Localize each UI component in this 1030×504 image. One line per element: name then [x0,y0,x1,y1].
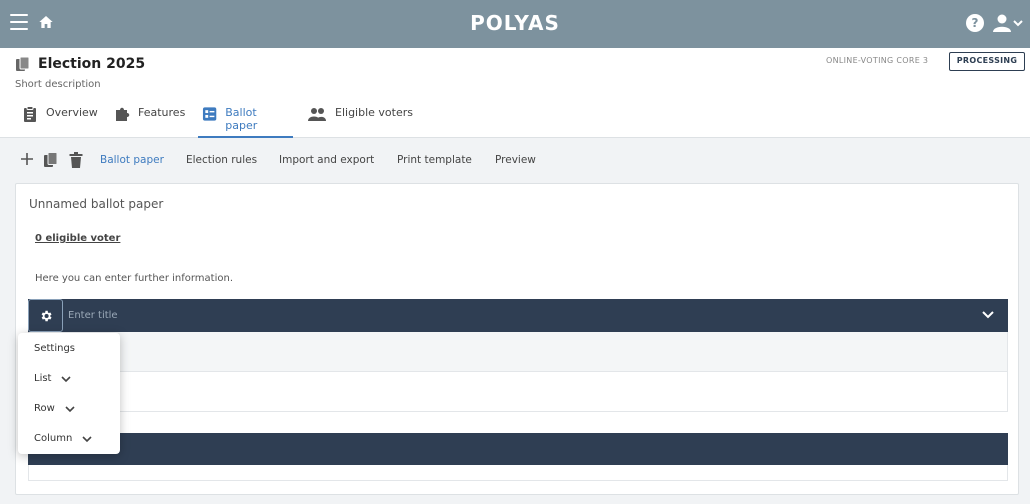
chevron-down-icon [65,405,75,412]
delete-icon[interactable] [69,152,83,171]
chevron-down-icon [82,435,92,442]
ballot-section-header [28,299,1008,332]
menu-item-list[interactable]: List [34,373,72,384]
tab-overview[interactable]: Overview [18,106,102,138]
status-badge: PROCESSING [949,52,1025,71]
gear-icon [41,310,52,321]
subtab-ballot-paper[interactable]: Ballot paper [100,154,164,166]
section-content-row-2[interactable] [28,465,1008,481]
section-subtitle-row[interactable]: le [28,332,1008,372]
chevron-down-icon[interactable] [982,310,994,323]
settings-gear-button[interactable] [28,299,63,332]
ballot-toolbar: Ballot paper Election rules Import and e… [0,139,1030,183]
subtab-print-template[interactable]: Print template [397,154,472,166]
menu-item-label: Column [34,433,73,444]
top-bar: POLYAS ? [0,0,1030,48]
user-menu-button[interactable] [993,13,1025,36]
ballot-icon [202,107,217,121]
chevron-down-icon [1013,20,1023,27]
copy-icon[interactable] [43,152,59,171]
puzzle-icon [116,107,130,121]
menu-item-label: List [34,373,52,384]
menu-item-label: Settings [34,343,76,354]
menu-item-row[interactable]: Row [34,403,75,414]
tab-label: Overview [46,106,98,119]
settings-dropdown-menu: Settings List Row Column [18,333,120,454]
tab-label: Features [138,106,186,119]
tab-label: Ballot paper [225,106,258,132]
home-icon[interactable] [38,14,54,33]
subtab-import-export[interactable]: Import and export [279,154,374,166]
eligible-voters-link[interactable]: 0 eligible voter [35,233,120,244]
copy-document-icon [16,56,30,76]
election-title: Election 2025 [38,56,146,72]
ballot-paper-card: Unnamed ballot paper 0 eligible voter He… [15,183,1019,495]
help-icon[interactable]: ? [966,14,984,32]
menu-item-label: Row [34,403,55,414]
tab-label: Eligible voters [335,106,413,119]
subtab-preview[interactable]: Preview [495,154,536,166]
further-information-text[interactable]: Here you can enter further information. [35,273,233,284]
election-description: Short description [15,79,101,90]
menu-item-settings[interactable]: Settings [34,343,75,354]
election-header: Election 2025 Short description ONLINE-V… [0,48,1030,138]
section-title-input[interactable] [64,299,964,332]
tab-features[interactable]: Features [110,106,189,138]
tab-eligible-voters[interactable]: Eligible voters [303,106,417,138]
product-label: ONLINE-VOTING CORE 3 [826,56,929,65]
section-content-row[interactable] [28,372,1008,412]
user-icon [993,14,1011,32]
people-icon [308,108,326,121]
clipboard-icon [24,106,36,122]
ballot-paper-name[interactable]: Unnamed ballot paper [29,197,163,211]
subtab-election-rules[interactable]: Election rules [186,154,257,166]
app-logo: POLYAS [470,11,560,35]
hamburger-icon[interactable] [10,14,28,32]
menu-item-column[interactable]: Column [34,433,92,444]
tab-ballot-paper[interactable]: Ballot paper [198,106,293,138]
ballot-section-header-2 [28,433,1008,465]
add-icon[interactable] [20,152,34,169]
chevron-down-icon [61,375,72,382]
